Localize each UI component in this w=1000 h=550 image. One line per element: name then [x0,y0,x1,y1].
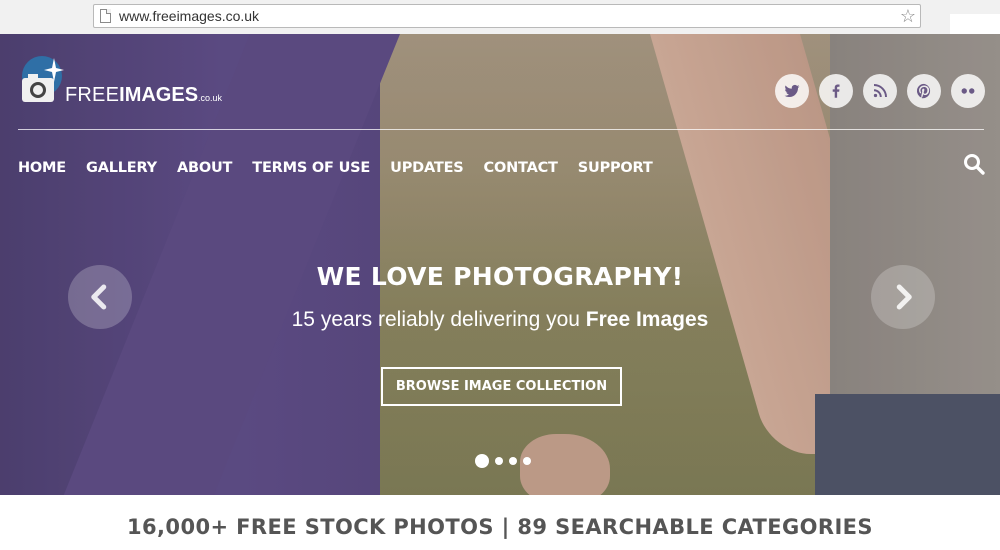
page-icon [100,9,111,23]
slider-dot-2[interactable] [495,457,503,465]
logo-free-text: FREE [65,84,120,106]
browse-collection-button[interactable]: BROWSE IMAGE COLLECTION [381,367,622,406]
slider-pagination [475,454,537,468]
facebook-icon[interactable] [819,74,853,108]
slider-dot-4[interactable] [523,457,531,465]
hero-subline: 15 years reliably delivering you Free Im… [0,308,1000,332]
header-divider [18,129,984,130]
rss-icon[interactable] [863,74,897,108]
nav-updates[interactable]: UPDATES [390,160,464,176]
nav-terms-of-use[interactable]: TERMS OF USE [252,160,370,176]
nav-gallery[interactable]: GALLERY [86,160,157,176]
twitter-icon[interactable] [775,74,809,108]
address-bar[interactable]: www.freeimages.co.uk ☆ [93,4,921,28]
hero-subline-bold: Free Images [585,308,709,331]
toolbar-extension-area [950,14,1000,34]
logo-images-text: IMAGES [119,84,199,106]
logo-suffix-text: .co.uk [198,93,223,103]
camera-logo-icon [22,56,64,102]
main-nav: HOME GALLERY ABOUT TERMS OF USE UPDATES … [18,160,673,176]
slider-dot-3[interactable] [509,457,517,465]
slider-prev-button[interactable] [68,265,132,329]
slider-next-button[interactable] [871,265,935,329]
chevron-right-icon [896,284,912,310]
bookmark-star-icon[interactable]: ☆ [900,6,916,26]
pinterest-icon[interactable] [907,74,941,108]
search-icon[interactable] [962,152,986,176]
nav-about[interactable]: ABOUT [177,160,232,176]
nav-contact[interactable]: CONTACT [484,160,558,176]
chevron-left-icon [91,284,107,310]
hero-headline: WE LOVE PHOTOGRAPHY! [316,262,684,291]
nav-home[interactable]: HOME [18,160,66,176]
flickr-icon[interactable] [951,74,985,108]
logo-wordmark: FREEIMAGES.co.uk [65,84,222,107]
slider-dot-1[interactable] [475,454,489,468]
url-text: www.freeimages.co.uk [119,8,260,24]
nav-support[interactable]: SUPPORT [578,160,653,176]
stats-heading: 16,000+ FREE STOCK PHOTOS | 89 SEARCHABL… [127,515,873,539]
hero-subline-text: 15 years reliably delivering you [291,308,586,331]
browser-toolbar: www.freeimages.co.uk ☆ [0,0,1000,35]
